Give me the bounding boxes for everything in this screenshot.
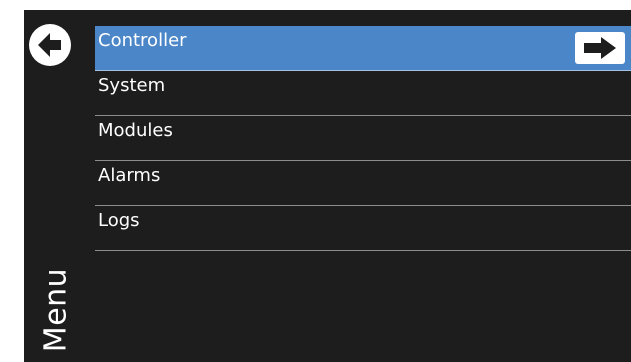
screen-title-text: Menu — [38, 267, 74, 353]
menu-item-controller[interactable]: Controller — [95, 26, 631, 71]
back-arrow-circle-icon — [29, 24, 71, 66]
menu-item-modules[interactable]: Modules — [95, 116, 631, 161]
menu-item-logs[interactable]: Logs — [95, 206, 631, 251]
menu-item-system[interactable]: System — [95, 71, 631, 116]
menu-item-label: Modules — [98, 120, 173, 141]
menu-item-label: Logs — [98, 210, 140, 231]
open-controller-button[interactable] — [575, 32, 625, 64]
menu-item-label: Alarms — [98, 165, 161, 186]
menu-screen: Menu Controller System Modules Alarms Lo… — [24, 10, 631, 362]
back-button[interactable] — [28, 23, 72, 67]
menu-item-alarms[interactable]: Alarms — [95, 161, 631, 206]
menu-item-label: Controller — [98, 30, 187, 51]
menu-item-label: System — [98, 75, 166, 96]
menu-list: Controller System Modules Alarms Logs — [95, 26, 631, 251]
screen-title: Menu — [28, 258, 84, 362]
right-arrow-icon — [584, 37, 616, 59]
